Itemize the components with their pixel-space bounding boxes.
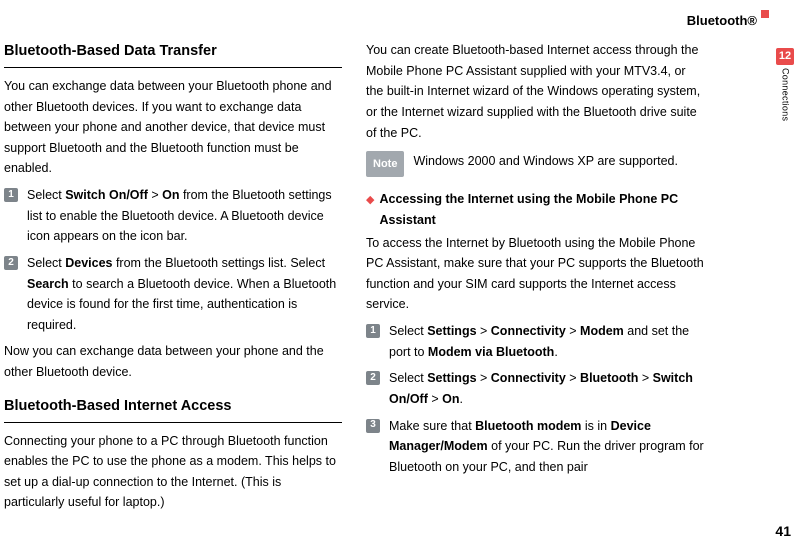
header-decoration: [761, 10, 769, 18]
note-label: Note: [366, 151, 404, 177]
section-heading-internet: Bluetooth-Based Internet Access: [4, 395, 342, 423]
page-number: 41: [775, 520, 791, 543]
chapter-label: Connections: [778, 68, 793, 121]
subsection-title: Accessing the Internet using the Mobile …: [379, 189, 704, 230]
step-number-badge: 3: [366, 419, 380, 433]
diamond-icon: ◆: [366, 191, 374, 209]
header-title: Bluetooth®: [687, 10, 757, 31]
step-number-badge: 1: [366, 324, 380, 338]
body-text: You can create Bluetooth-based Internet …: [366, 40, 704, 143]
body-text: Now you can exchange data between your p…: [4, 341, 342, 382]
step-item: 1 Select Switch On/Off > On from the Blu…: [4, 185, 342, 247]
step-text: Select Switch On/Off > On from the Bluet…: [27, 185, 342, 247]
section-heading-transfer: Bluetooth-Based Data Transfer: [4, 40, 342, 68]
step-item: 1 Select Settings > Connectivity > Modem…: [366, 321, 704, 362]
body-text: You can exchange data between your Bluet…: [4, 76, 342, 179]
content-columns: Bluetooth-Based Data Transfer You can ex…: [4, 40, 769, 519]
step-text: Select Devices from the Bluetooth settin…: [27, 253, 342, 336]
step-number-badge: 2: [4, 256, 18, 270]
body-text: Connecting your phone to a PC through Bl…: [4, 431, 342, 514]
step-item: 3 Make sure that Bluetooth modem is in D…: [366, 416, 704, 478]
step-number-badge: 1: [4, 188, 18, 202]
note-callout: Note Windows 2000 and Windows XP are sup…: [366, 151, 704, 177]
subsection-heading: ◆ Accessing the Internet using the Mobil…: [366, 189, 704, 230]
note-text: Windows 2000 and Windows XP are supporte…: [413, 151, 704, 172]
step-text: Make sure that Bluetooth modem is in Dev…: [389, 416, 704, 478]
step-text: Select Settings > Connectivity > Bluetoo…: [389, 368, 704, 409]
step-item: 2 Select Settings > Connectivity > Bluet…: [366, 368, 704, 409]
chapter-number: 12: [776, 48, 794, 65]
step-item: 2 Select Devices from the Bluetooth sett…: [4, 253, 342, 336]
left-column: Bluetooth-Based Data Transfer You can ex…: [4, 40, 342, 519]
step-number-badge: 2: [366, 371, 380, 385]
right-column: You can create Bluetooth-based Internet …: [366, 40, 704, 519]
chapter-sidebar: 12 Connections: [775, 48, 795, 121]
step-text: Select Settings > Connectivity > Modem a…: [389, 321, 704, 362]
body-text: To access the Internet by Bluetooth usin…: [366, 233, 704, 316]
